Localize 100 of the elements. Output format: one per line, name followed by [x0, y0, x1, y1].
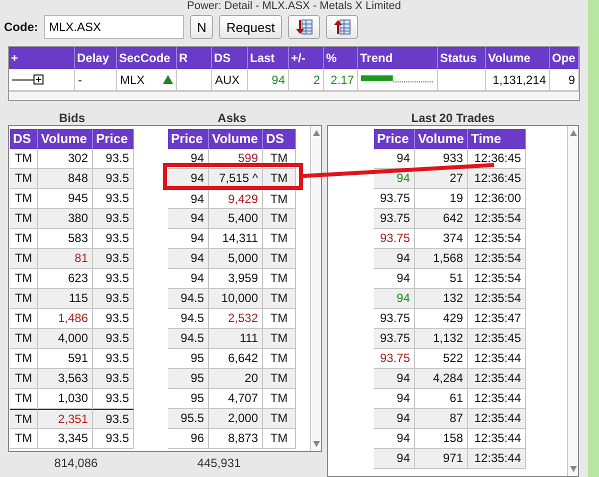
table-cell: TM — [263, 189, 296, 209]
column-header[interactable]: % — [324, 47, 358, 69]
column-header[interactable]: Price — [93, 129, 134, 149]
column-header[interactable]: Volume — [486, 47, 550, 69]
column-header[interactable]: Volume — [38, 129, 93, 149]
quote-cell-text: 9 — [568, 72, 575, 88]
table-cell: 95 — [168, 369, 209, 389]
column-header[interactable]: DS — [10, 129, 38, 149]
export-up-button[interactable] — [326, 15, 358, 39]
table-cell: TM — [10, 229, 38, 249]
table-cell: 5,000 — [209, 249, 263, 269]
column-header[interactable]: DS — [212, 47, 248, 69]
table-cell: 94 — [374, 149, 415, 169]
table-cell: 94 — [374, 269, 415, 289]
scrollbar[interactable] — [310, 126, 321, 451]
column-header[interactable]: Last — [248, 47, 289, 69]
table-cell: 94 — [168, 269, 209, 289]
table-cell: 971 — [415, 449, 468, 469]
bids-total: 814,086 — [53, 456, 99, 470]
table-cell: 12:35:54 — [468, 209, 526, 229]
column-header[interactable]: Volume — [209, 129, 263, 149]
column-header[interactable]: Delay — [75, 47, 117, 69]
table-cell: 94 — [168, 189, 209, 209]
table-cell: 94 — [374, 449, 415, 469]
table-cell: 95.5 — [168, 409, 209, 429]
table-cell: 12:35:54 — [468, 289, 526, 309]
quote-cell-text: MLX — [120, 72, 145, 88]
table-cell: 94 — [374, 369, 415, 389]
scroll-down-icon[interactable] — [570, 466, 576, 472]
table-cell: 95 — [168, 389, 209, 409]
table-cell: TM — [263, 409, 296, 429]
table-cell: 61 — [415, 389, 468, 409]
expand-tree-icon[interactable] — [12, 72, 44, 86]
table-cell: 94.5 — [168, 309, 209, 329]
column-header[interactable]: Time — [468, 129, 526, 149]
column-header[interactable]: Status — [438, 47, 486, 69]
table-cell: 93.75 — [374, 229, 415, 249]
table-cell: 81 — [38, 249, 93, 269]
code-field[interactable]: MLX.ASX — [44, 15, 184, 39]
table-cell: 87 — [415, 409, 468, 429]
column-header[interactable]: Price — [374, 129, 415, 149]
table-cell: TM — [263, 349, 296, 369]
table-cell: 93.5 — [93, 209, 134, 229]
table-cell: 93.5 — [93, 409, 134, 429]
table-cell: 95 — [168, 349, 209, 369]
request-button[interactable]: Request — [219, 15, 282, 39]
table-cell: 12:35:44 — [468, 429, 526, 449]
quote-cell-text: 2 — [313, 72, 320, 88]
table-cell: 93.5 — [93, 389, 134, 409]
column-header[interactable]: R — [177, 47, 212, 69]
asks-total: 445,931 — [196, 456, 242, 470]
table-cell: 27 — [415, 169, 468, 189]
section-title: Asks — [216, 111, 248, 125]
table-cell: 9,429 — [209, 189, 263, 209]
table-cell: TM — [10, 409, 38, 429]
scroll-up-icon[interactable] — [570, 130, 576, 136]
column-header[interactable]: Price — [168, 129, 209, 149]
scrollbar[interactable] — [567, 126, 578, 476]
table-cell: 380 — [38, 209, 93, 229]
table-cell: TM — [263, 429, 296, 449]
column-header[interactable]: +/- — [289, 47, 324, 69]
table-cell: TM — [10, 269, 38, 289]
export-down-button[interactable] — [288, 15, 320, 39]
column-header[interactable]: + — [9, 47, 75, 69]
quote-cell-text: 2.17 — [330, 72, 354, 88]
table-cell: 12:35:45 — [468, 329, 526, 349]
table-cell: 96 — [168, 429, 209, 449]
table-cell: 12:35:44 — [468, 449, 526, 469]
scroll-down-icon[interactable] — [312, 441, 320, 447]
table-cell: 642 — [415, 209, 468, 229]
table-cell: 93.5 — [93, 289, 134, 309]
table-cell: TM — [10, 149, 38, 169]
table-cell: TM — [10, 329, 38, 349]
table-cell: 94 — [374, 249, 415, 269]
table-cell: 51 — [415, 269, 468, 289]
column-header[interactable]: Ope — [550, 47, 579, 69]
table-cell: 93.5 — [93, 369, 134, 389]
column-header[interactable]: Trend — [358, 47, 438, 69]
table-cell: 4,707 — [209, 389, 263, 409]
table-cell: TM — [263, 369, 296, 389]
table-cell: 94 — [374, 289, 415, 309]
column-header[interactable]: DS — [263, 129, 296, 149]
quote-cell-text: 1,131,214 — [492, 72, 546, 88]
table-cell: 522 — [415, 349, 468, 369]
column-header[interactable]: Volume — [415, 129, 468, 149]
table-cell: TM — [10, 169, 38, 189]
table-cell: 94 — [374, 389, 415, 409]
table-cell: 12:36:45 — [468, 169, 526, 189]
horizontal-scrollbar[interactable] — [9, 91, 579, 100]
column-header[interactable]: SecCode — [117, 47, 177, 69]
scroll-up-icon[interactable] — [312, 130, 320, 136]
table-cell: 12:35:47 — [468, 309, 526, 329]
table-cell: 19 — [415, 189, 468, 209]
table-cell: 302 — [38, 149, 93, 169]
table-cell: 93.5 — [93, 229, 134, 249]
table-cell: 111 — [209, 329, 263, 349]
table-cell: TM — [10, 249, 38, 269]
table-cell: 12:35:44 — [468, 409, 526, 429]
n-button[interactable]: N — [190, 15, 214, 39]
table-cell: TM — [263, 289, 296, 309]
